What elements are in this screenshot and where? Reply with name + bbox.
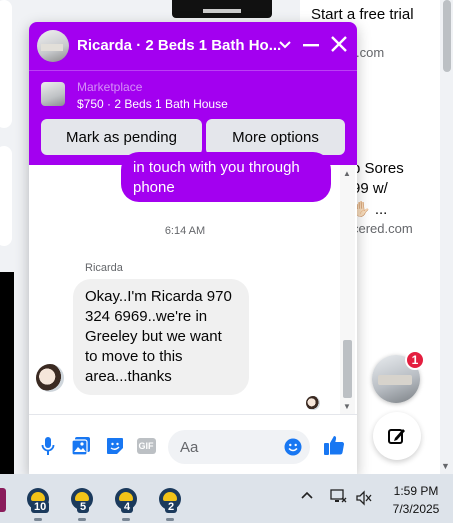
sticker-button[interactable] — [104, 435, 126, 457]
unread-badge: 1 — [405, 350, 425, 370]
message-text: phone — [133, 179, 175, 196]
composer-divider — [29, 414, 357, 415]
chevron-up-icon[interactable] — [300, 489, 314, 503]
microphone-button[interactable] — [37, 435, 59, 457]
photo-icon — [71, 437, 90, 456]
header-divider — [29, 70, 357, 71]
left-media-strip — [0, 272, 14, 474]
photo-button[interactable] — [70, 435, 92, 457]
left-card — [0, 146, 12, 246]
listing-thumbnail[interactable] — [41, 82, 65, 106]
taskbar-app-partial[interactable] — [0, 488, 6, 512]
left-card — [0, 0, 12, 128]
chevron-down-icon[interactable] — [278, 34, 292, 54]
minimize-icon[interactable] — [302, 34, 320, 54]
clock-time[interactable]: 1:59 PM — [388, 484, 444, 498]
emoji-icon[interactable] — [284, 438, 302, 456]
mark-as-pending-button[interactable]: Mark as pending — [41, 119, 202, 155]
microphone-icon — [41, 437, 55, 455]
message-text: in touch with you through — [133, 159, 300, 176]
chat-header: Ricarda · 2 Beds 1 Bath Ho... Marketplac… — [29, 22, 357, 165]
ad-title[interactable]: 99 w/ — [352, 180, 388, 197]
taskbar-running-indicator — [78, 518, 86, 521]
taskbar-running-indicator — [34, 518, 42, 521]
close-icon[interactable] — [330, 34, 348, 54]
taskbar-running-indicator — [122, 518, 130, 521]
taskbar-app-badge: 5 — [77, 501, 90, 513]
scroll-down-arrow-icon[interactable]: ▼ — [441, 461, 450, 471]
new-message-button[interactable] — [373, 412, 421, 460]
network-icon[interactable] — [329, 489, 347, 505]
sender-name: Ricarda — [85, 262, 123, 274]
incoming-message[interactable]: Okay..I'm Ricarda 970 324 6969..we're in… — [73, 279, 249, 395]
ad-title[interactable]: Start a free trial — [311, 6, 414, 23]
thumbs-up-icon — [324, 436, 345, 455]
ad-domain: .com — [356, 45, 385, 60]
taskbar-app-badge: 10 — [31, 501, 50, 513]
clock-date[interactable]: 7/3/2025 — [385, 502, 447, 516]
message-input[interactable]: Aa — [168, 430, 310, 464]
ad-thumbnail[interactable] — [172, 0, 272, 18]
like-button[interactable] — [322, 433, 346, 457]
taskbar-running-indicator — [166, 518, 174, 521]
gif-button[interactable]: GIF — [134, 435, 158, 457]
marketplace-label: Marketplace — [77, 80, 143, 94]
page-scrollbar-thumb[interactable] — [443, 0, 451, 72]
compose-icon — [388, 429, 405, 444]
taskbar-app-badge: 2 — [165, 501, 178, 513]
listing-info[interactable]: $750 · 2 Beds 1 Bath House — [77, 97, 228, 111]
gif-label: GIF — [138, 441, 154, 451]
read-receipt-avatar — [306, 396, 320, 410]
chat-window: Ricarda · 2 Beds 1 Bath Ho... Marketplac… — [29, 22, 357, 474]
conversation-title[interactable]: Ricarda · 2 Beds 1 Bath Ho... — [77, 37, 281, 54]
chat-scrollbar-thumb[interactable] — [343, 340, 352, 398]
ad-title[interactable]: p Sores — [352, 160, 404, 177]
scroll-down-arrow-icon[interactable]: ▼ — [343, 402, 351, 411]
ad-domain: cered.com — [352, 221, 413, 236]
conversation-avatar[interactable] — [37, 30, 69, 62]
message-input-placeholder: Aa — [180, 439, 199, 456]
message-timestamp: 6:14 AM — [164, 225, 206, 237]
ad-title[interactable]: ✋🏻 ... — [352, 200, 387, 218]
gif-icon: GIF — [136, 438, 156, 454]
sticker-icon — [107, 438, 123, 454]
scroll-up-arrow-icon[interactable]: ▲ — [343, 169, 351, 178]
taskbar-app-badge: 4 — [121, 501, 134, 513]
sender-avatar[interactable] — [36, 364, 64, 392]
more-options-button[interactable]: More options — [206, 119, 345, 155]
outgoing-message[interactable]: in touch with you through phone — [121, 152, 331, 202]
volume-muted-icon[interactable] — [355, 490, 373, 506]
